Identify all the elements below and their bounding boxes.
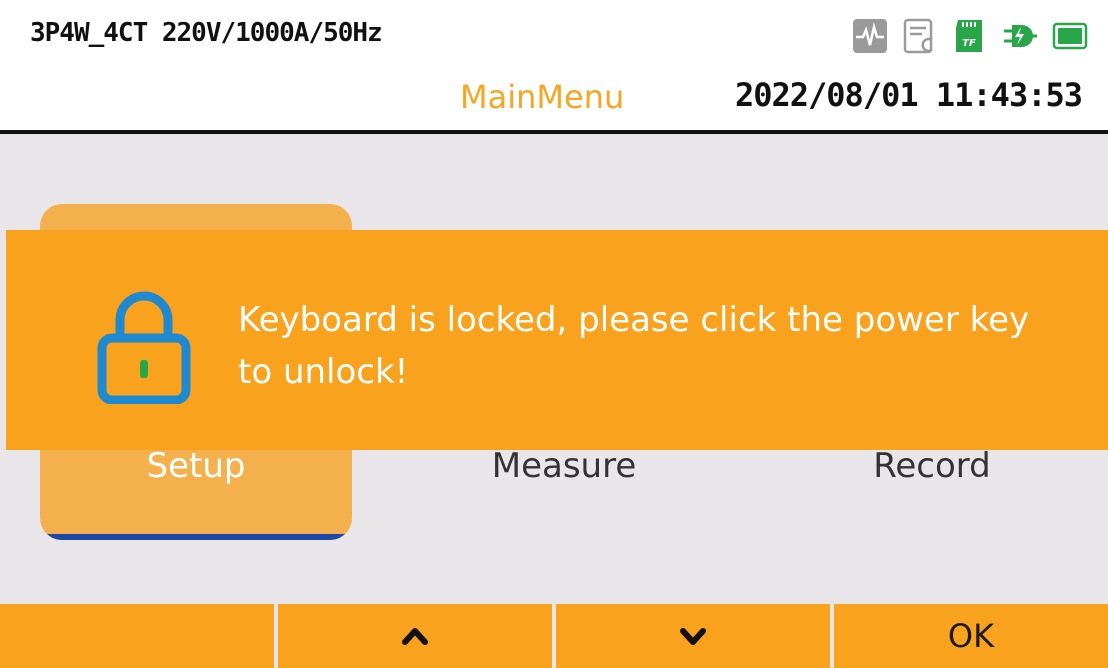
chevron-down-icon (680, 628, 706, 645)
selection-underline (40, 534, 352, 540)
waveform-icon (853, 19, 887, 53)
lock-message: Keyboard is locked, please click the pow… (238, 300, 1030, 392)
softkey-up[interactable] (278, 604, 552, 668)
menu-item-measure[interactable]: Measure (414, 446, 714, 486)
softkey-bar: OK (0, 604, 1108, 668)
ok-button-label: OK (947, 617, 995, 655)
menu-item-record[interactable]: Record (782, 446, 1082, 486)
menu-item-setup[interactable]: Setup (46, 446, 346, 486)
status-icons: TF (852, 18, 1088, 54)
chevron-up-icon (402, 628, 428, 645)
keyboard-locked-banner: Keyboard is locked, please click the pow… (6, 230, 1108, 450)
ok-button[interactable]: OK (834, 604, 1108, 668)
power-plug-icon (1004, 25, 1037, 47)
main-menu-area: Setup Measure Record Keyboard is locked,… (0, 134, 1108, 604)
svg-text:TF: TF (962, 38, 976, 49)
lock-icon (97, 291, 191, 404)
tf-card-icon: TF (956, 20, 982, 52)
wiring-config-label: 3P4W_4CT 220V/1000A/50Hz (30, 18, 383, 48)
report-icon (903, 18, 933, 54)
status-header: 3P4W_4CT 220V/1000A/50Hz TF MainMenu 202… (0, 0, 1108, 134)
softkey-down[interactable] (556, 604, 830, 668)
page-title: MainMenu (460, 78, 625, 116)
softkey-1[interactable] (0, 604, 274, 668)
datetime-readout: 2022/08/01 11:43:53 (734, 76, 1083, 114)
battery-icon (1052, 22, 1088, 50)
